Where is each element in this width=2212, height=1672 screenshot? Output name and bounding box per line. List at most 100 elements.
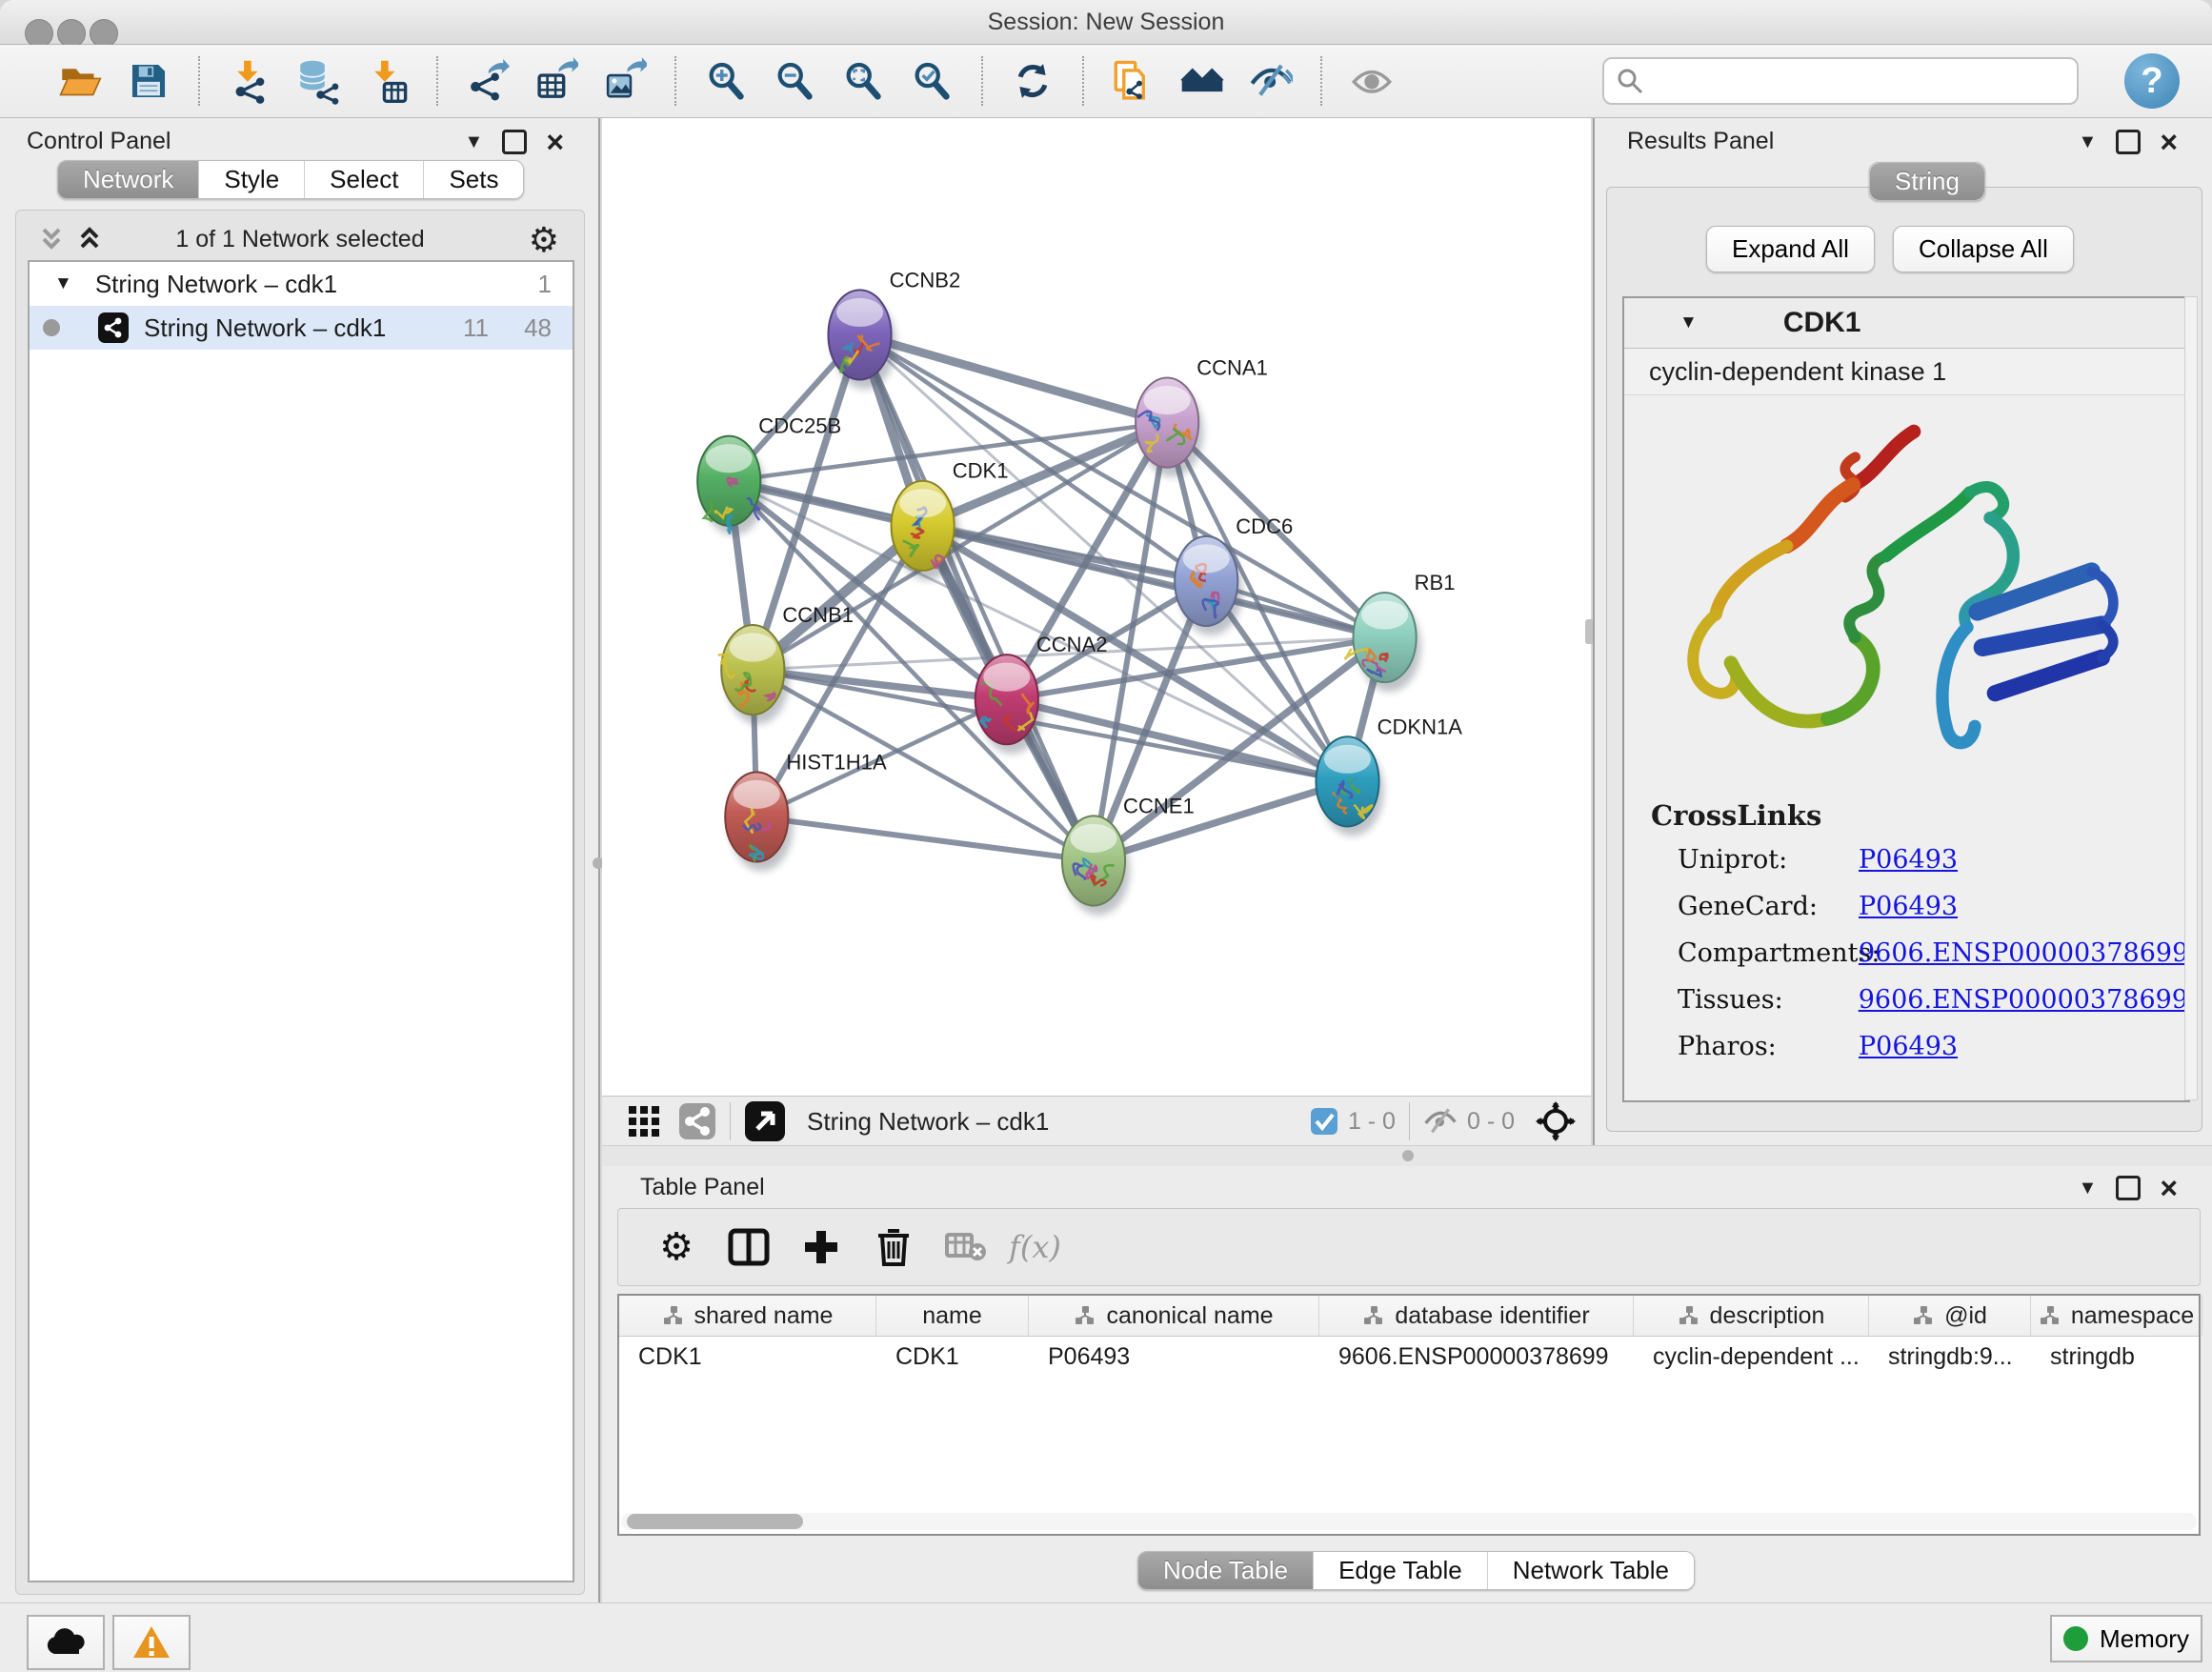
crosslink-genecard-link[interactable]: P06493 (1859, 892, 1958, 921)
network-node-HIST1H1A[interactable] (725, 772, 793, 871)
tab-style[interactable]: Style (199, 161, 305, 198)
results-scrollbar[interactable] (2184, 296, 2198, 1100)
memory-button[interactable]: Memory (2050, 1615, 2202, 1662)
panel-menu-icon[interactable]: ▼ (2079, 1178, 2098, 1199)
table-cell[interactable]: stringdb (2031, 1337, 2202, 1377)
help-button[interactable]: ? (2124, 53, 2180, 109)
tab-edge-table[interactable]: Edge Table (1314, 1552, 1488, 1589)
column-header-namespace[interactable]: namespace (2031, 1296, 2202, 1336)
tab-sets[interactable]: Sets (424, 161, 523, 198)
detach-view-icon[interactable] (744, 1100, 786, 1142)
column-header--id[interactable]: @id (1869, 1296, 2031, 1336)
tab-node-table[interactable]: Node Table (1138, 1552, 1314, 1589)
table-cell[interactable]: stringdb:9... (1869, 1337, 2031, 1377)
column-header-description[interactable]: description (1634, 1296, 1869, 1336)
panel-close-icon[interactable]: × (546, 132, 564, 151)
hidden-eye-slash-icon[interactable] (1423, 1104, 1458, 1138)
network-node-CDKN1A[interactable] (1316, 736, 1383, 836)
zoom-out-button[interactable] (767, 53, 822, 109)
show-columns-button[interactable] (719, 1218, 778, 1277)
zoom-selected-button[interactable] (904, 53, 959, 109)
import-network-from-file-button[interactable] (222, 53, 277, 109)
horizontal-splitter-handle[interactable] (1402, 1150, 1414, 1161)
section-collapse-icon[interactable]: ▼ (1679, 312, 1698, 333)
crosslink-tissues-link[interactable]: 9606.ENSP00000378699 (1859, 985, 2188, 1015)
table-horizontal-scrollbar[interactable] (621, 1513, 2197, 1530)
column-header-canonical-name[interactable]: canonical name (1029, 1296, 1319, 1336)
import-table-from-file-button[interactable] (359, 53, 414, 109)
import-network-from-database-button[interactable] (291, 53, 346, 109)
first-neighbors-button[interactable] (1175, 53, 1230, 109)
column-header-database-identifier[interactable]: database identifier (1319, 1296, 1634, 1336)
collapse-all-button[interactable]: Collapse All (1893, 226, 2074, 272)
table-cell[interactable]: P06493 (1029, 1337, 1319, 1377)
close-window-button[interactable] (25, 19, 53, 48)
network-collection-row[interactable]: ▼ String Network – cdk1 1 (30, 262, 573, 306)
tab-network[interactable]: Network (58, 161, 199, 198)
network-edge-CCNB2-CCNE1[interactable] (860, 334, 1094, 860)
search-input[interactable] (1644, 67, 2077, 95)
panel-close-icon[interactable]: × (2160, 1178, 2178, 1198)
table-cell[interactable]: CDK1 (619, 1337, 876, 1377)
delete-column-button[interactable] (864, 1218, 923, 1277)
minimize-window-button[interactable] (57, 19, 86, 48)
view-network-icon[interactable] (678, 1102, 716, 1140)
table-row[interactable]: CDK1CDK1P064939606.ENSP00000378699cyclin… (619, 1337, 2199, 1377)
panel-float-icon[interactable] (2116, 130, 2141, 154)
network-node-CCNA2[interactable] (975, 655, 1043, 754)
protein-section-header[interactable]: ▼ CDK1 (1624, 298, 2188, 349)
tree-expand-icon[interactable]: ▼ (54, 273, 72, 294)
crosslink-label: Compartments: (1678, 938, 1859, 968)
save-session-button[interactable] (121, 53, 176, 109)
panel-close-icon[interactable]: × (2160, 132, 2178, 151)
warning-status-button[interactable] (112, 1615, 191, 1670)
tab-string[interactable]: String (1870, 163, 1984, 200)
table-settings-button[interactable]: ⚙ (647, 1218, 706, 1277)
network-node-CCNE1[interactable] (1062, 816, 1130, 915)
open-session-button[interactable] (52, 53, 108, 109)
tab-network-table[interactable]: Network Table (1488, 1552, 1694, 1589)
network-canvas[interactable]: CCNB2CCNA1CDC25BCDK1CDC6RB1CCNB1CCNA2CDK… (602, 118, 1591, 1096)
scrollbar-thumb[interactable] (627, 1514, 803, 1529)
collection-label: String Network – cdk1 (95, 270, 337, 299)
view-grid-icon[interactable] (627, 1104, 661, 1138)
panel-float-icon[interactable] (502, 130, 527, 154)
horizontal-splitter[interactable] (602, 1145, 2212, 1168)
network-node-CCNB2[interactable] (828, 290, 895, 389)
expand-all-button[interactable]: Expand All (1706, 226, 1875, 272)
crosslink-compartments-link[interactable]: 9606.ENSP00000378699 (1859, 938, 2188, 968)
zoom-in-button[interactable] (698, 53, 754, 109)
birdseye-crosshair-icon[interactable] (1536, 1101, 1576, 1141)
function-builder-button[interactable]: f(x) (1009, 1229, 1061, 1265)
table-cell[interactable]: cyclin-dependent ... (1634, 1337, 1869, 1377)
network-edge-HIST1H1A-CCNE1[interactable] (756, 816, 1094, 860)
show-all-button[interactable] (1344, 53, 1399, 109)
panel-menu-icon[interactable]: ▼ (2079, 131, 2098, 153)
table-cell[interactable]: 9606.ENSP00000378699 (1319, 1337, 1634, 1377)
export-table-button[interactable] (529, 53, 584, 109)
delete-table-button[interactable] (936, 1218, 995, 1277)
zoom-window-button[interactable] (90, 19, 118, 48)
selected-checkbox-icon[interactable] (1310, 1107, 1338, 1136)
panel-menu-icon[interactable]: ▼ (465, 131, 484, 153)
column-header-shared-name[interactable]: shared name (619, 1296, 876, 1336)
column-network-icon (1362, 1304, 1385, 1327)
table-toolbar: ⚙ f(x) (617, 1208, 2201, 1286)
cloud-status-button[interactable] (27, 1615, 105, 1670)
add-column-button[interactable] (792, 1218, 851, 1277)
export-image-button[interactable] (597, 53, 653, 109)
new-network-from-selection-button[interactable] (1106, 53, 1161, 109)
export-network-button[interactable] (460, 53, 515, 109)
hide-selected-button[interactable] (1243, 53, 1298, 109)
network-options-gear-icon[interactable]: ⚙ (529, 220, 559, 260)
zoom-fit-button[interactable] (835, 53, 891, 109)
network-node-CCNB1[interactable] (718, 625, 790, 724)
crosslink-pharos-link[interactable]: P06493 (1859, 1032, 1958, 1061)
apply-layout-button[interactable] (1005, 53, 1060, 109)
panel-float-icon[interactable] (2116, 1176, 2141, 1200)
table-cell[interactable]: CDK1 (876, 1337, 1029, 1377)
column-header-name[interactable]: name (876, 1296, 1029, 1336)
tab-select[interactable]: Select (305, 161, 424, 198)
network-row-selected[interactable]: String Network – cdk1 11 48 (30, 306, 573, 350)
crosslink-uniprot-link[interactable]: P06493 (1859, 845, 1958, 875)
